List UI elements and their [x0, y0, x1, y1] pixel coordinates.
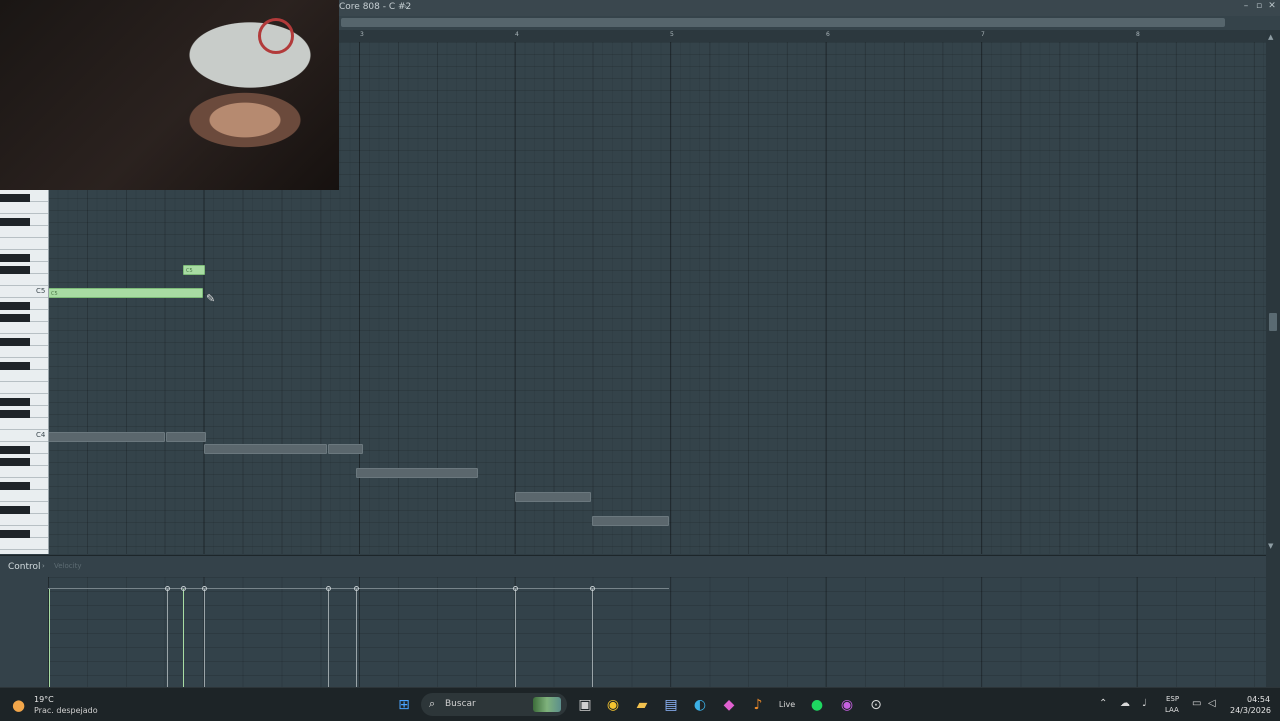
close-icon[interactable]: ✕: [1266, 1, 1278, 11]
bar-number: 5: [670, 31, 674, 38]
windows-start-icon[interactable]: ⊞: [395, 696, 413, 714]
minimize-icon[interactable]: –: [1240, 1, 1252, 11]
black-key[interactable]: [0, 398, 30, 406]
velocity-bar[interactable]: [204, 589, 205, 687]
spotify-icon[interactable]: ●: [808, 696, 826, 714]
tray-overflow-icon[interactable]: ⌃: [1099, 698, 1107, 709]
black-key[interactable]: [0, 194, 30, 202]
control-parameter[interactable]: Velocity: [54, 562, 81, 570]
black-key[interactable]: [0, 446, 30, 454]
bar-number: 4: [515, 31, 519, 38]
title-chevron-icon[interactable]: ›: [404, 2, 407, 11]
onedrive-icon[interactable]: ☁: [1120, 698, 1130, 709]
black-key[interactable]: [0, 482, 30, 490]
velocity-bar[interactable]: [167, 589, 168, 687]
black-key[interactable]: [0, 506, 30, 514]
ghost-note: [515, 492, 591, 502]
scroll-up-icon[interactable]: ▲: [1268, 33, 1273, 41]
ghost-note: [48, 432, 165, 442]
velocity-bar[interactable]: [515, 589, 516, 687]
velocity-handle[interactable]: [202, 586, 207, 591]
velocity-handle[interactable]: [513, 586, 518, 591]
bar-number: 3: [360, 31, 364, 38]
webcam-overlay: [0, 0, 339, 190]
black-key[interactable]: [0, 254, 30, 262]
file-explorer-icon[interactable]: ▰: [633, 696, 651, 714]
velocity-bar[interactable]: [356, 589, 357, 687]
velocity-handle[interactable]: [354, 586, 359, 591]
bar-number: 6: [826, 31, 830, 38]
black-key[interactable]: [0, 266, 30, 274]
windows-taskbar: ● 19°C Prac. despejado ⊞ ⌕ Buscar ▣ ◉ ▰ …: [0, 687, 1280, 721]
vertical-scrollbar[interactable]: ▲ ▼: [1266, 30, 1280, 555]
velocity-handle[interactable]: [181, 586, 186, 591]
chrome-icon[interactable]: ◉: [604, 696, 622, 714]
recording-app-icon[interactable]: ⊙: [867, 696, 885, 714]
selected-note[interactable]: C5: [183, 265, 205, 275]
bar-number: 7: [981, 31, 985, 38]
horizontal-scroll-thumb[interactable]: [341, 18, 1225, 27]
event-vertical-scrollbar[interactable]: [1266, 555, 1280, 687]
horizontal-scrollbar[interactable]: [339, 16, 1280, 30]
cap-logo: [258, 18, 294, 54]
ghost-note: [166, 432, 206, 442]
ghost-note: [204, 444, 327, 454]
ghost-note: [592, 516, 669, 526]
black-key[interactable]: [0, 362, 30, 370]
store-icon[interactable]: ▤: [662, 696, 680, 714]
black-key[interactable]: [0, 410, 30, 418]
velocity-bar[interactable]: [328, 589, 329, 687]
vertical-scroll-thumb[interactable]: [1269, 313, 1277, 331]
octave-label: C5: [36, 287, 46, 295]
copilot-icon[interactable]: ◆: [720, 696, 738, 714]
scroll-down-icon[interactable]: ▼: [1268, 542, 1273, 550]
fl-studio-icon[interactable]: ♪: [749, 696, 767, 714]
weather-icon[interactable]: ●: [12, 696, 25, 714]
maximize-icon[interactable]: ▫: [1253, 1, 1265, 11]
weather-description[interactable]: Prac. despejado: [34, 706, 98, 715]
volume-icon[interactable]: ◁: [1208, 698, 1216, 709]
search-icon: ⌕: [429, 697, 436, 710]
microphone-icon[interactable]: ♩: [1142, 698, 1147, 709]
black-key[interactable]: [0, 314, 30, 322]
black-key[interactable]: [0, 302, 30, 310]
edge-icon[interactable]: ◐: [691, 696, 709, 714]
event-editor-area[interactable]: [48, 577, 1266, 687]
task-view-icon[interactable]: ▣: [576, 696, 594, 714]
black-key[interactable]: [0, 530, 30, 538]
velocity-bar[interactable]: [183, 589, 184, 687]
velocity-handle[interactable]: [326, 586, 331, 591]
window-title: Core 808 - C #2: [339, 2, 412, 12]
velocity-handle[interactable]: [590, 586, 595, 591]
velocity-bar[interactable]: [49, 589, 50, 687]
search-placeholder: Buscar: [445, 699, 476, 709]
piano-keyboard[interactable]: C5 C4: [0, 190, 49, 554]
ghost-note: [356, 468, 478, 478]
chrome-profile-icon[interactable]: ◉: [838, 696, 856, 714]
velocity-bar[interactable]: [592, 589, 593, 687]
weather-temperature[interactable]: 19°C: [34, 695, 54, 704]
black-key[interactable]: [0, 338, 30, 346]
clock-time[interactable]: 04:54: [1247, 695, 1270, 704]
search-highlight-image: [533, 697, 561, 712]
octave-label: C4: [36, 431, 46, 439]
pencil-cursor-icon: ✎: [206, 292, 216, 305]
black-key[interactable]: [0, 218, 30, 226]
velocity-handle[interactable]: [165, 586, 170, 591]
clock-date[interactable]: 24/3/2026: [1230, 706, 1271, 715]
event-editor-header[interactable]: Control › Velocity: [0, 555, 1280, 578]
control-label[interactable]: Control: [8, 562, 41, 572]
keyboard-layout-indicator[interactable]: LAA: [1165, 706, 1179, 714]
ghost-note: [328, 444, 363, 454]
ableton-live-icon[interactable]: Live: [778, 696, 796, 714]
event-editor-sidebar: [0, 577, 48, 687]
network-icon[interactable]: ▭: [1192, 698, 1201, 709]
taskbar-search[interactable]: ⌕ Buscar: [421, 693, 567, 716]
control-chevron-icon[interactable]: ›: [42, 562, 45, 570]
black-key[interactable]: [0, 458, 30, 466]
selected-note[interactable]: C5: [48, 288, 203, 298]
language-indicator[interactable]: ESP: [1166, 695, 1179, 703]
bar-number: 8: [1136, 31, 1140, 38]
